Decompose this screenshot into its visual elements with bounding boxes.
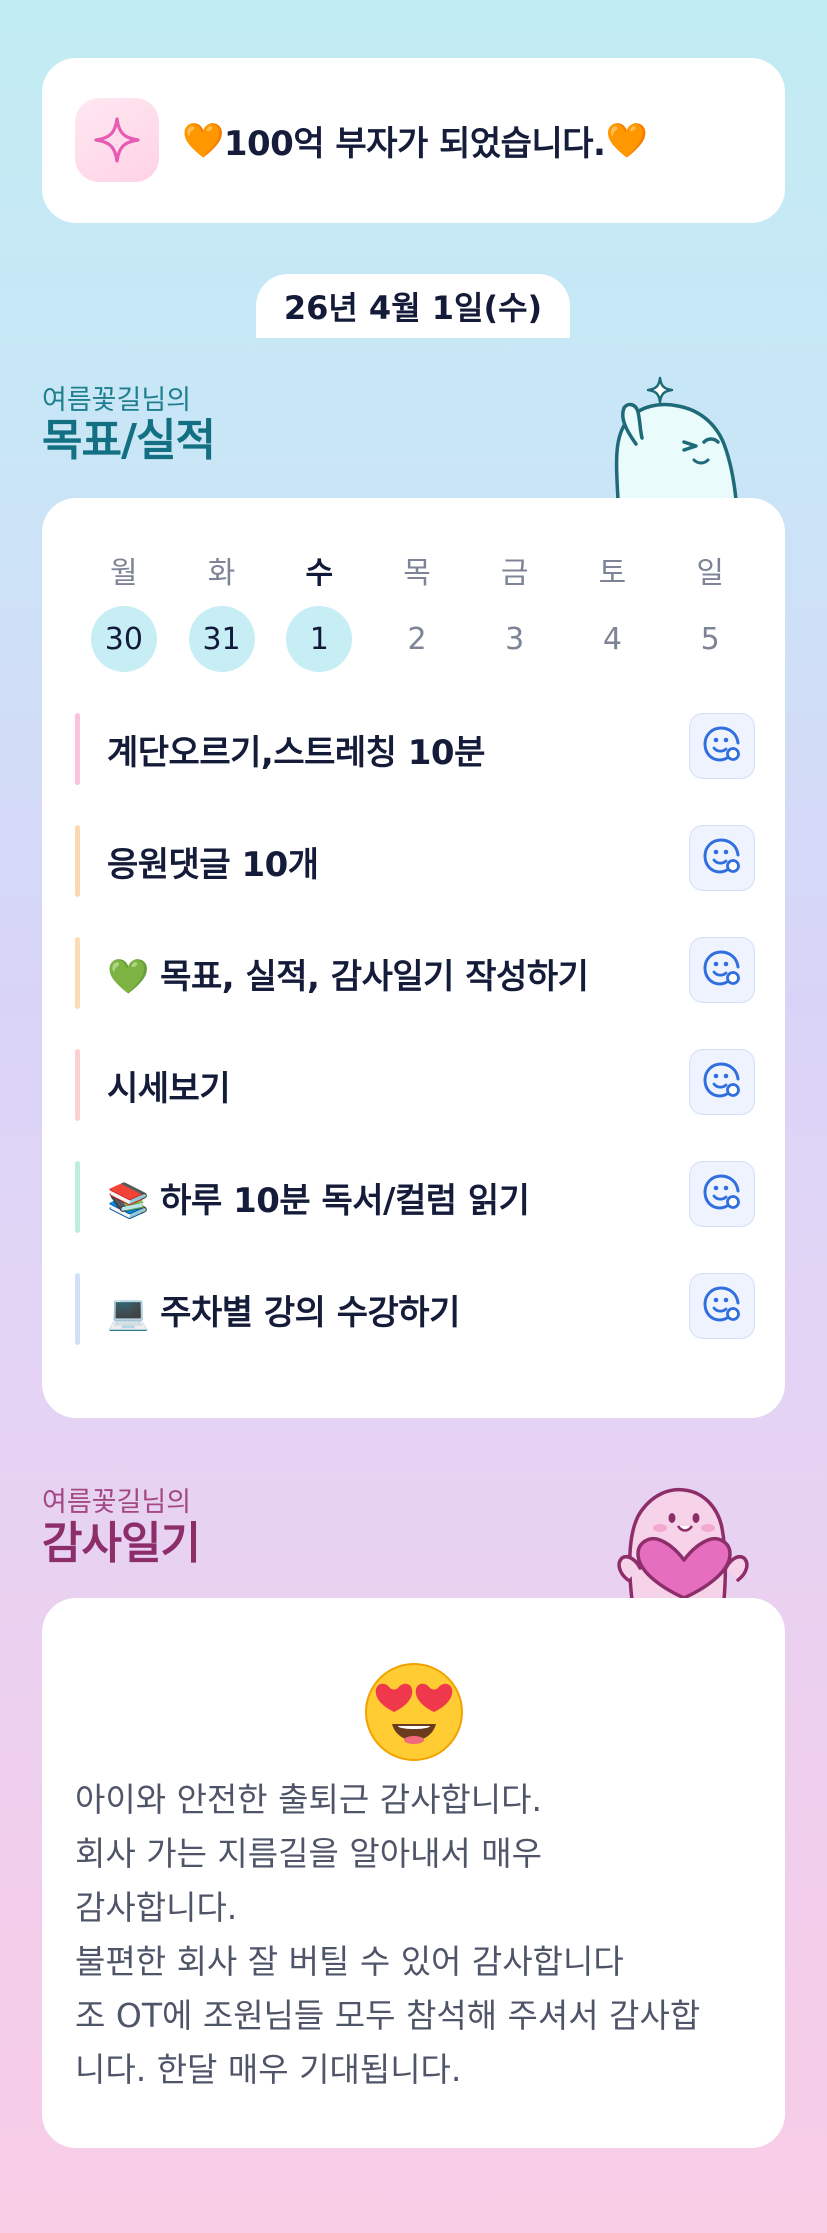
weekday-sat: 토 <box>598 556 627 591</box>
goal-color-bar <box>75 825 80 897</box>
goal-list: 계단오르기,스트레칭 10분 응원댓글 10개 💚 목표, 실적, 감사일기 작… <box>75 705 755 1377</box>
wish-text: 🧡 100억 부자가 되었습니다. 🧡 <box>182 58 648 223</box>
weekday-tue: 화 <box>207 556 236 591</box>
smiley-add-icon <box>702 836 742 880</box>
smiley-add-icon <box>702 948 742 992</box>
smiley-add-icon <box>702 1284 742 1328</box>
goals-section-title: 목표/실적 <box>42 415 216 466</box>
gratitude-line: 불편한 회사 잘 버틸 수 있어 감사합니다 <box>75 1942 624 1981</box>
wish-card: 🧡 100억 부자가 되었습니다. 🧡 <box>42 58 785 223</box>
goal-item: 📚 하루 10분 독서/컬럼 읽기 <box>75 1153 755 1265</box>
goal-color-bar <box>75 1161 80 1233</box>
goal-label: 계단오르기,스트레칭 10분 <box>107 732 485 773</box>
date-cell-5[interactable]: 5 <box>677 606 743 672</box>
date-cell-4[interactable]: 4 <box>579 606 645 672</box>
gratitude-line: 회사 가는 지름길을 알아내서 매우 <box>75 1834 542 1873</box>
weekday-sun: 일 <box>696 556 724 591</box>
goal-item: 💻 주차별 강의 수강하기 <box>75 1265 755 1377</box>
heart-icon: 🧡 <box>605 120 648 161</box>
smiley-add-icon <box>702 1060 742 1104</box>
wish-label: 100억 부자가 되었습니다. <box>223 124 606 164</box>
smiley-add-icon <box>702 1172 742 1216</box>
goal-color-bar <box>75 937 80 1009</box>
goal-color-bar <box>75 1049 80 1121</box>
date-cell-31[interactable]: 31 <box>188 606 255 672</box>
heart-mascot-illustration <box>617 1487 749 1600</box>
weekday-wed: 수 <box>305 556 334 591</box>
smiley-add-button[interactable] <box>689 713 755 779</box>
sparkle-icon <box>75 98 159 182</box>
weekday-fri: 금 <box>500 556 529 591</box>
smiley-add-button[interactable] <box>689 1049 755 1115</box>
smiley-add-icon <box>702 724 742 768</box>
goal-label: 📚 하루 10분 독서/컬럼 읽기 <box>107 1180 530 1221</box>
date-cell-2[interactable]: 2 <box>384 606 450 672</box>
goals-card: 월 화 수 목 금 토 일 30 31 1 2 3 4 5 계단오르기,스트레칭… <box>42 498 785 1418</box>
goal-item: 💚 목표, 실적, 감사일기 작성하기 <box>75 929 755 1041</box>
goal-color-bar <box>75 713 80 785</box>
gratitude-line: 아이와 안전한 출퇴근 감사합니다. <box>75 1780 542 1819</box>
weekday-thu: 목 <box>403 556 431 591</box>
gratitude-section-title: 감사일기 <box>42 1518 201 1569</box>
smiley-add-button[interactable] <box>689 825 755 891</box>
gratitude-line: 감사합니다. <box>75 1888 238 1927</box>
heart-eyes-emoji-icon <box>365 1663 463 1761</box>
gratitude-card: 아이와 안전한 출퇴근 감사합니다. 회사 가는 지름길을 알아내서 매우 감사… <box>42 1598 785 2148</box>
ghost-mascot-illustration <box>614 376 738 500</box>
goal-label: 💚 목표, 실적, 감사일기 작성하기 <box>107 956 589 997</box>
weekday-mon: 월 <box>110 556 138 591</box>
goal-item: 시세보기 <box>75 1041 755 1153</box>
date-cell-3[interactable]: 3 <box>482 606 548 672</box>
smiley-add-button[interactable] <box>689 1161 755 1227</box>
heart-icon: 🧡 <box>182 120 224 161</box>
smiley-add-button[interactable] <box>689 937 755 1003</box>
gratitude-text: 아이와 안전한 출퇴근 감사합니다. 회사 가는 지름길을 알아내서 매우 감사… <box>75 1773 765 2097</box>
gratitude-line: 조 OT에 조원님들 모두 참석해 주셔서 감사합 <box>75 1996 701 2035</box>
goal-item: 계단오르기,스트레칭 10분 <box>75 705 755 817</box>
goal-color-bar <box>75 1273 80 1345</box>
goal-label: 💻 주차별 강의 수강하기 <box>107 1292 460 1333</box>
date-cell-1[interactable]: 1 <box>286 606 353 672</box>
week-calendar: 월 화 수 목 금 토 일 30 31 1 2 3 4 5 <box>75 548 759 672</box>
date-label: 26년 4월 1일(수) <box>256 274 570 338</box>
goal-label: 시세보기 <box>107 1068 231 1109</box>
gratitude-line: 니다. 한달 매우 기대됩니다. <box>75 2050 462 2089</box>
goal-item: 응원댓글 10개 <box>75 817 755 929</box>
smiley-add-button[interactable] <box>689 1273 755 1339</box>
goal-label: 응원댓글 10개 <box>107 844 319 885</box>
date-cell-30[interactable]: 30 <box>90 606 157 672</box>
